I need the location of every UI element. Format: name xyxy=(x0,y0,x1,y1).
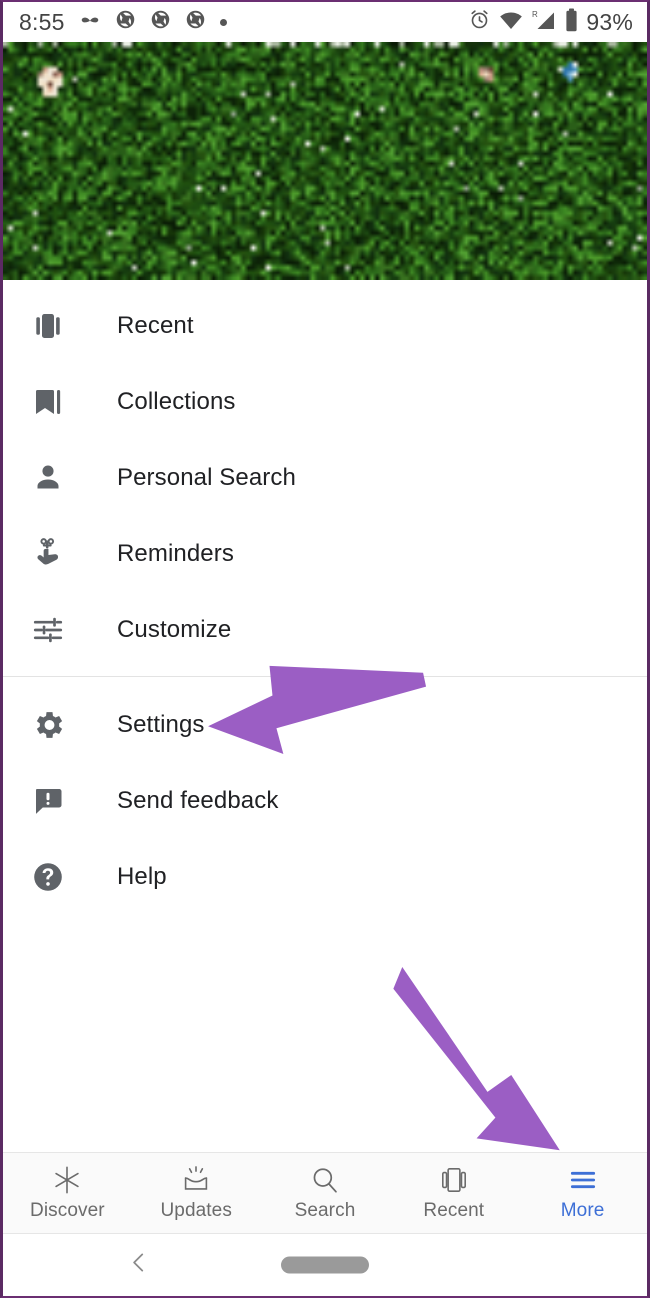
hamburger-menu-icon xyxy=(567,1164,599,1196)
feedback-icon xyxy=(27,780,69,822)
alarm-clock-icon xyxy=(468,8,491,36)
menu-item-collections[interactable]: Collections xyxy=(3,364,647,440)
status-bar-clock: 8:55 xyxy=(19,8,65,35)
menu-item-label: Personal Search xyxy=(117,464,296,491)
cards-carousel-icon xyxy=(27,305,69,347)
bottom-nav-label: Discover xyxy=(30,1200,105,1221)
menu-item-label: Reminders xyxy=(117,540,234,567)
gear-icon xyxy=(27,704,69,746)
asterisk-star-icon xyxy=(51,1164,83,1196)
menu-item-send-feedback[interactable]: Send feedback xyxy=(3,763,647,839)
status-bar-right: R 93% xyxy=(468,8,633,37)
status-bar-left: 8:55 xyxy=(19,9,227,36)
menu-item-label: Collections xyxy=(117,388,236,415)
more-menu-sheet: Recent Collections Personal Search Remin… xyxy=(3,280,647,1152)
cellular-signal-roaming-icon: R xyxy=(531,9,557,36)
wifi-icon xyxy=(499,10,523,35)
dot-icon xyxy=(219,18,227,26)
bottom-navigation-bar: Discover Updates Search Recent More xyxy=(3,1152,647,1234)
finger-string-reminder-icon xyxy=(27,533,69,575)
phone-screen: 8:55 R 93% Recent Collections Personal S… xyxy=(0,0,650,1298)
menu-item-label: Customize xyxy=(117,616,232,643)
menu-item-label: Recent xyxy=(117,312,194,339)
bottom-nav-item-discover[interactable]: Discover xyxy=(3,1164,132,1222)
menu-item-label: Send feedback xyxy=(117,787,279,814)
bottom-nav-item-recent[interactable]: Recent xyxy=(389,1164,518,1222)
menu-item-reminders[interactable]: Reminders xyxy=(3,516,647,592)
home-pill-icon[interactable] xyxy=(281,1256,369,1274)
inbox-rays-icon xyxy=(180,1164,212,1196)
cards-carousel-icon xyxy=(438,1164,470,1196)
menu-item-label: Help xyxy=(117,863,167,890)
magnifier-icon xyxy=(309,1164,341,1196)
system-navigation-bar xyxy=(3,1234,647,1296)
menu-item-help[interactable]: Help xyxy=(3,839,647,915)
bookmark-icon xyxy=(27,381,69,423)
pixelated-photo-canvas xyxy=(3,42,647,280)
camera-aperture-icon xyxy=(185,9,206,35)
bottom-nav-item-more[interactable]: More xyxy=(518,1164,647,1222)
camera-aperture-icon xyxy=(150,9,171,35)
menu-item-recent[interactable]: Recent xyxy=(3,288,647,364)
menu-item-settings[interactable]: Settings xyxy=(3,687,647,763)
bottom-nav-item-updates[interactable]: Updates xyxy=(132,1164,261,1222)
camera-aperture-icon xyxy=(115,9,136,35)
tune-sliders-icon xyxy=(27,609,69,651)
menu-item-customize[interactable]: Customize xyxy=(3,592,647,668)
battery-percent-label: 93% xyxy=(586,8,633,35)
chevron-left-icon[interactable] xyxy=(126,1248,152,1283)
help-circle-icon xyxy=(27,856,69,898)
menu-divider xyxy=(3,676,647,677)
bottom-nav-label: Search xyxy=(294,1200,356,1221)
profile-cover-photo xyxy=(3,42,647,280)
bottom-nav-label: Updates xyxy=(160,1200,232,1221)
person-icon xyxy=(27,457,69,499)
menu-item-label: Settings xyxy=(117,711,205,738)
bottom-nav-label: More xyxy=(560,1200,605,1221)
svg-text:R: R xyxy=(532,10,538,19)
bottom-nav-item-search[interactable]: Search xyxy=(261,1164,390,1222)
status-bar: 8:55 R 93% xyxy=(3,2,647,42)
mustache-icon xyxy=(79,9,101,36)
menu-item-personal-search[interactable]: Personal Search xyxy=(3,440,647,516)
battery-icon xyxy=(565,8,578,37)
bottom-nav-label: Recent xyxy=(423,1200,485,1221)
